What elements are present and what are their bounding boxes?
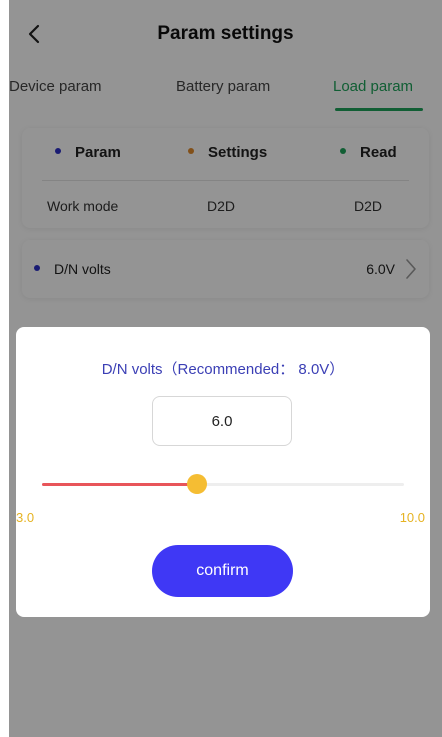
dn-volts-slider[interactable]: [42, 474, 404, 494]
slider-min-label: 3.0: [16, 510, 35, 525]
slider-thumb[interactable]: [187, 474, 208, 494]
dn-volts-dialog: D/N volts（Recommended： 8.0V） 3.0 10.0 co…: [16, 327, 430, 617]
dn-volts-input[interactable]: [152, 396, 292, 446]
slider-max-label: 10.0: [399, 510, 425, 525]
dialog-title: D/N volts（Recommended： 8.0V）: [101, 361, 345, 378]
slider-fill: [42, 483, 198, 486]
confirm-button[interactable]: confirm: [152, 545, 293, 597]
